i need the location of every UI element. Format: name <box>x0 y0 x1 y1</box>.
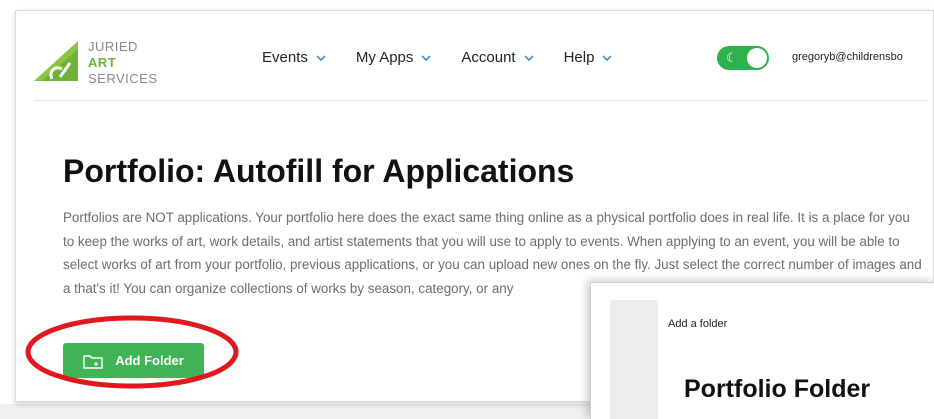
nav-item-events[interactable]: Events <box>262 49 326 66</box>
nav-item-label: Help <box>563 49 595 66</box>
nav-item-account[interactable]: Account <box>461 49 534 66</box>
add-folder-button[interactable]: Add Folder <box>63 343 204 378</box>
main-nav: Events My Apps Account Help <box>262 49 642 66</box>
nav-item-label: Account <box>461 49 516 66</box>
chevron-down-icon <box>421 54 431 61</box>
logo-wordmark: JURIED ART SERVICES <box>88 39 158 87</box>
moon-icon: ☾ <box>726 50 738 65</box>
add-folder-label: Add Folder <box>115 353 184 368</box>
nav-item-label: Events <box>262 49 308 66</box>
logo-line-3: SERVICES <box>88 71 158 86</box>
nav-item-help[interactable]: Help <box>564 49 613 66</box>
site-header: JURIED ART SERVICES Events My Apps Accou… <box>16 11 934 101</box>
chevron-down-icon <box>316 54 326 61</box>
nav-item-my-apps[interactable]: My Apps <box>356 49 432 66</box>
chevron-down-icon <box>602 54 613 61</box>
dialog-title: Portfolio Folder <box>684 375 871 403</box>
toggle-knob <box>747 48 767 68</box>
logo-line-1: JURIED <box>88 39 138 54</box>
user-email[interactable]: gregoryb@childrensbo <box>792 51 934 63</box>
dialog-sidebar <box>610 300 658 419</box>
nav-item-label: My Apps <box>355 49 414 66</box>
chevron-down-icon <box>524 54 534 61</box>
dialog-label: Add a folder <box>668 318 728 330</box>
folder-add-icon <box>83 354 103 369</box>
logo-icon <box>34 41 78 81</box>
page-title: Portfolio: Autofill for Applications <box>63 153 575 189</box>
logo-line-2: ART <box>88 55 117 70</box>
header-divider <box>34 100 929 101</box>
add-folder-dialog: Add a folder Portfolio Folder <box>590 282 934 419</box>
logo[interactable]: JURIED ART SERVICES <box>34 39 174 87</box>
theme-toggle[interactable]: ☾ <box>717 46 769 70</box>
